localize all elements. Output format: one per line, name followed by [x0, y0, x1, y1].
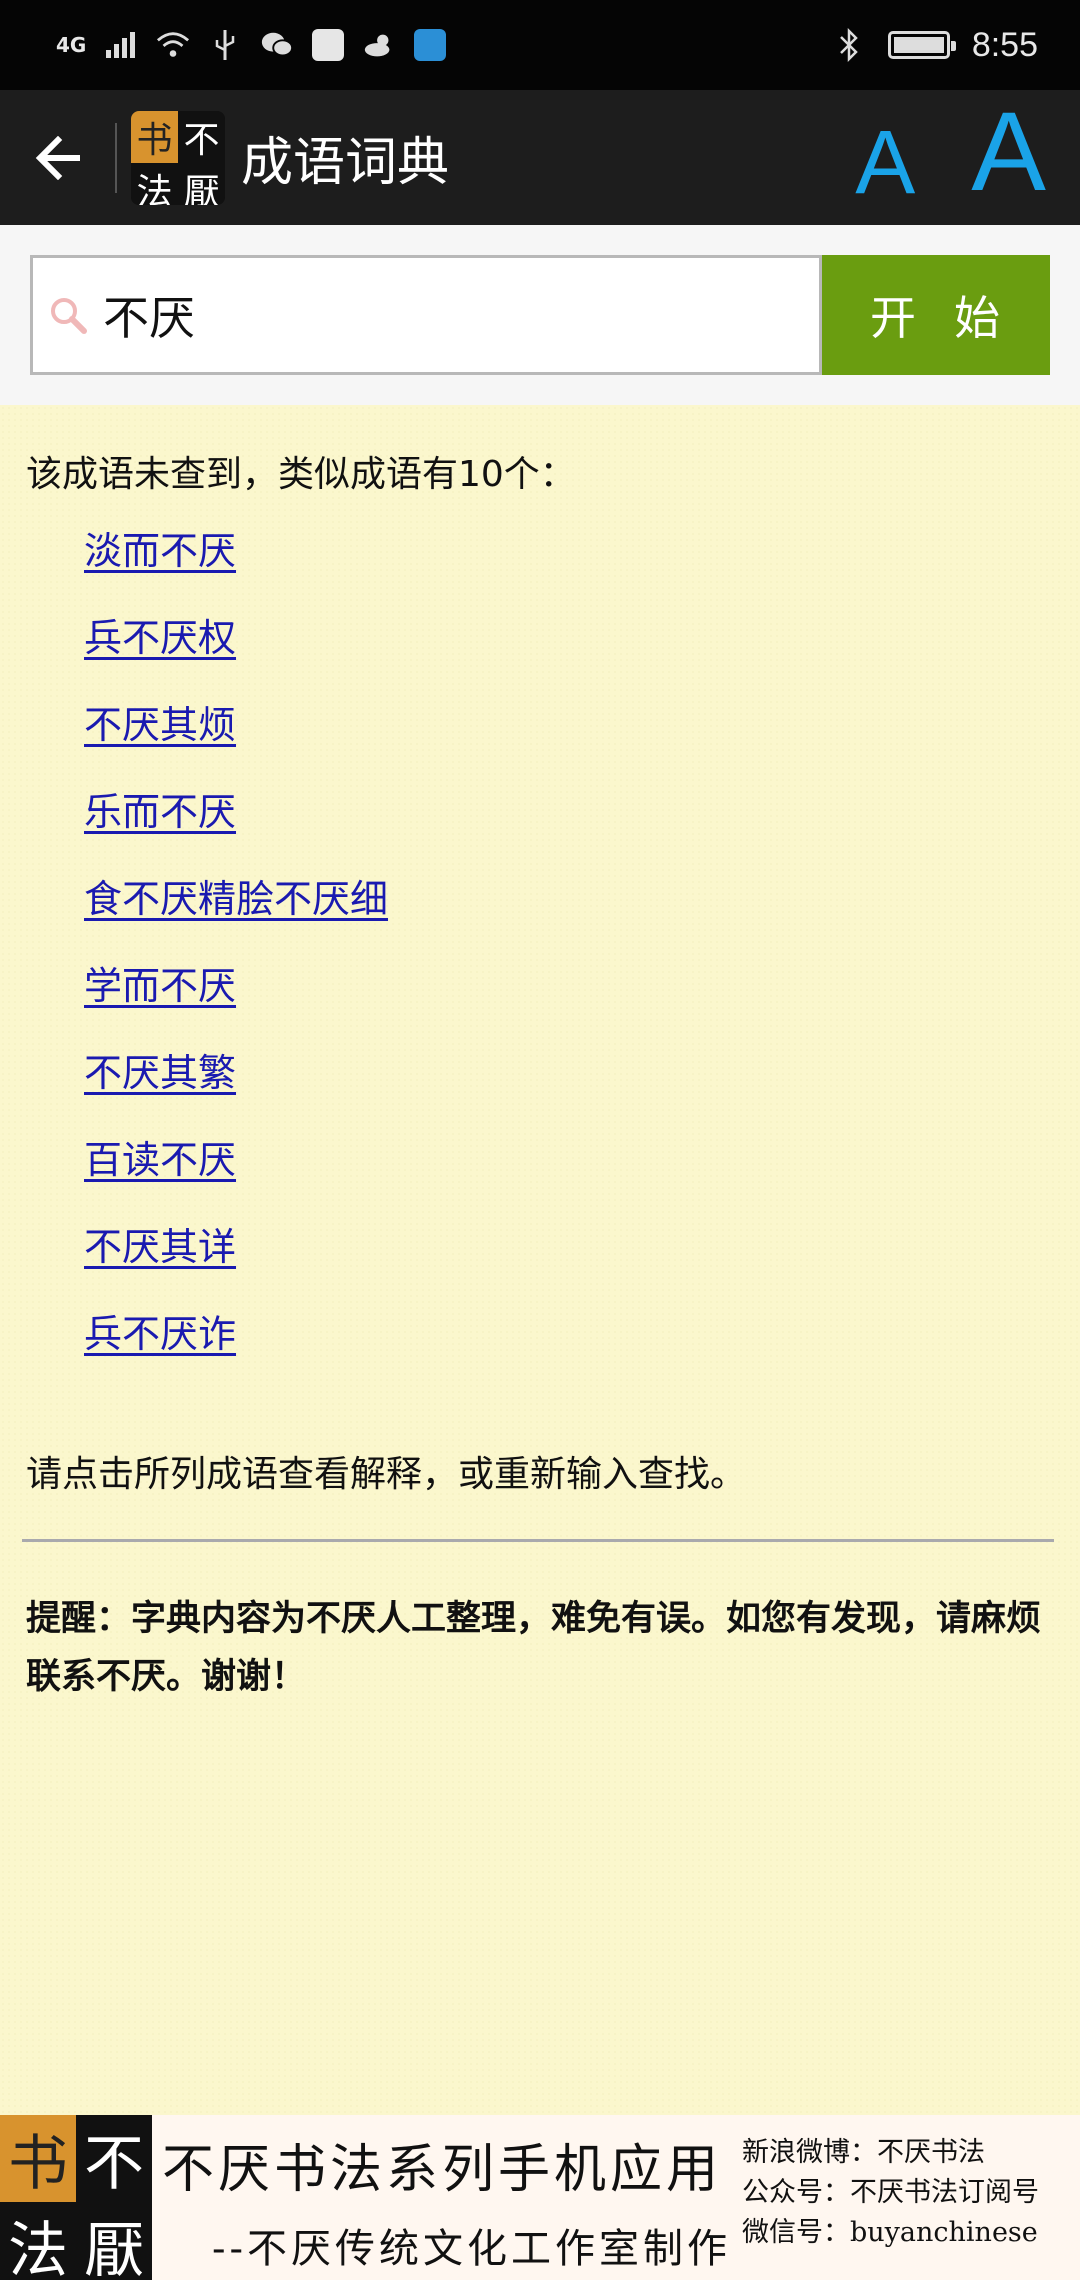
list-item: 不厌其详 [84, 1216, 388, 1303]
results-panel: 该成语未查到，类似成语有10个： 淡而不厌 兵不厌权 不厌其烦 乐而不厌 食不厌… [0, 405, 1080, 2115]
usb-icon [208, 28, 242, 62]
weather-icon [362, 28, 396, 62]
banner-subtitle: --不厌传统文化工作室制作 [212, 2226, 732, 2272]
banner-title: 不厌书法系列手机应用 [162, 2140, 723, 2200]
logo-char: 法 [131, 162, 178, 205]
banner-info-line: 新浪微博：不厌书法 [742, 2137, 985, 2168]
banner-text: 不厌书法系列手机应用 --不厌传统文化工作室制作 [152, 2115, 742, 2280]
result-message: 该成语未查到，类似成语有10个： [26, 454, 576, 495]
instruction-text: 请点击所列成语查看解释，或重新输入查找。 [26, 1454, 747, 1495]
clock: 8:55 [971, 25, 1038, 64]
banner-info-line: 公众号：不厌书法订阅号 [742, 2177, 1039, 2208]
app-bar: 书 不 法 厭 成语词典 A A [0, 90, 1080, 225]
app-bar-divider [115, 122, 117, 193]
idiom-list: 淡而不厌 兵不厌权 不厌其烦 乐而不厌 食不厌精脍不厌细 学而不厌 不厌其繁 百… [84, 520, 388, 1390]
notice-text: 提醒：字典内容为不厌人工整理，难免有误。如您有发现，请麻烦联系不厌。谢谢！ [26, 1599, 1042, 1697]
logo-char: 书 [0, 2115, 76, 2202]
idiom-link[interactable]: 乐而不厌 [84, 790, 236, 834]
wifi-icon [156, 28, 190, 62]
idiom-link[interactable]: 不厌其详 [84, 1225, 236, 1269]
arrow-left-icon [35, 135, 80, 180]
idiom-link[interactable]: 不厌其繁 [84, 1051, 236, 1095]
status-right: 8:55 [832, 26, 1038, 65]
list-item: 百读不厌 [84, 1129, 388, 1216]
list-item: 兵不厌诈 [84, 1303, 388, 1390]
list-item: 淡而不厌 [84, 520, 388, 607]
idiom-link[interactable]: 食不厌精脍不厌细 [84, 877, 388, 921]
wechat-icon [260, 28, 294, 62]
ad-banner[interactable]: 书 不 法 厭 不厌书法系列手机应用 --不厌传统文化工作室制作 新浪微博：不厌… [0, 2115, 1080, 2280]
signal-icon [104, 28, 138, 62]
font-size-small-button[interactable]: A [855, 108, 915, 208]
idiom-link[interactable]: 淡而不厌 [84, 529, 236, 573]
idiom-link[interactable]: 百读不厌 [84, 1138, 236, 1182]
idiom-link[interactable]: 兵不厌权 [84, 616, 236, 660]
list-item: 食不厌精脍不厌细 [84, 868, 388, 955]
status-bar: 4G 8:55 [0, 0, 1080, 90]
logo-char: 不 [76, 2115, 152, 2202]
back-button[interactable] [0, 90, 115, 225]
idiom-link[interactable]: 不厌其烦 [84, 703, 236, 747]
notes-app-icon [414, 29, 447, 61]
font-size-large-button[interactable]: A [971, 95, 1046, 208]
start-search-button[interactable]: 开始 [822, 255, 1050, 375]
idiom-link[interactable]: 兵不厌诈 [84, 1312, 236, 1356]
logo-char: 法 [0, 2202, 76, 2280]
battery-icon [887, 31, 956, 59]
list-item: 不厌其繁 [84, 1042, 388, 1129]
search-icon [33, 295, 103, 335]
list-item: 兵不厌权 [84, 607, 388, 694]
list-item: 不厌其烦 [84, 694, 388, 781]
list-item: 乐而不厌 [84, 781, 388, 868]
banner-info: 新浪微博：不厌书法 公众号：不厌书法订阅号 微信号：buyanchinese [742, 2115, 1039, 2280]
search-bar: 不厌 开始 [0, 225, 1080, 405]
logo-char: 书 [131, 110, 178, 163]
banner-info-line: 微信号：buyanchinese [742, 2217, 1038, 2248]
banner-logo: 书 不 法 厭 [0, 2115, 152, 2280]
app-logo: 书 不 法 厭 [131, 110, 225, 205]
bluetooth-icon [832, 28, 866, 62]
list-item: 学而不厌 [84, 955, 388, 1042]
logo-char: 厭 [178, 162, 225, 205]
search-input[interactable]: 不厌 [30, 255, 822, 375]
logo-char: 厭 [76, 2202, 152, 2280]
status-left: 4G [56, 28, 447, 62]
search-input-value: 不厌 [103, 291, 195, 345]
browser-app-icon [312, 29, 345, 61]
app-title: 成语词典 [241, 133, 450, 193]
logo-char: 不 [178, 110, 225, 163]
network-type: 4G [56, 33, 87, 57]
idiom-link[interactable]: 学而不厌 [84, 964, 236, 1008]
section-divider [22, 1539, 1054, 1542]
